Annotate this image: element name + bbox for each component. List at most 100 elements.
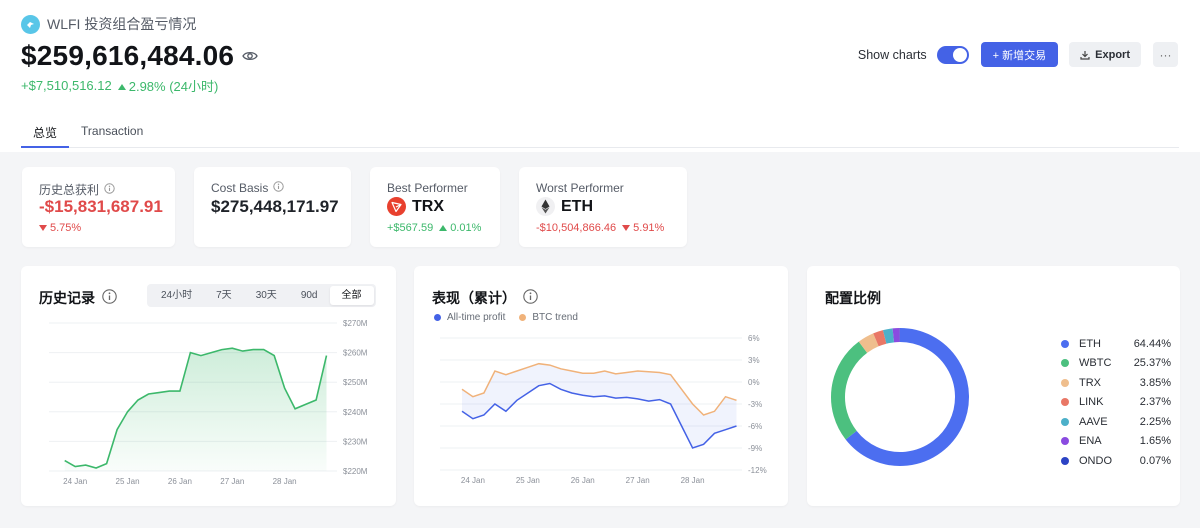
legend-dot xyxy=(1061,359,1069,368)
x-tick-label: 26 Jan xyxy=(168,477,192,486)
info-icon[interactable] xyxy=(273,181,285,195)
allocation-legend-item-ena[interactable]: ENA 1.65% xyxy=(1061,432,1171,452)
cost-basis-value: $275,448,171.97 xyxy=(211,197,339,216)
best-performer-asset: TRX xyxy=(387,197,444,216)
daily-change-pct: 2.98% (24小时) xyxy=(128,79,219,94)
allocation-legend-item-eth[interactable]: ETH 64.44% xyxy=(1061,334,1171,354)
daily-change-abs: +$7,510,516.12 xyxy=(21,78,112,93)
worst-performer-pct: 5.91% xyxy=(633,222,665,234)
cost-basis-label-row: Cost Basis xyxy=(211,181,285,195)
asset-percent: 2.37% xyxy=(1139,396,1171,409)
worst-performer-abs: -$10,504,866.46 xyxy=(536,222,617,234)
download-icon xyxy=(1080,50,1090,60)
performance-panel: 表现（累计） All-time profit BTC trend 6% 3% 0% -… xyxy=(414,266,788,506)
toggle-knob xyxy=(952,47,967,62)
y-tick-label: -6% xyxy=(748,422,762,431)
donut-slice-wbtc xyxy=(831,341,868,440)
asset-percent: 2.25% xyxy=(1139,415,1171,428)
asset-name: TRX xyxy=(1079,376,1101,389)
show-charts-label: Show charts xyxy=(857,47,927,62)
allocation-legend-item-wbtc[interactable]: WBTC 25.37% xyxy=(1061,354,1171,374)
legend-dot xyxy=(1061,437,1069,446)
legend-dot xyxy=(1061,339,1069,348)
y-tick-label: 3% xyxy=(748,356,760,365)
app-title: WLFI 投资组合盈亏情况 xyxy=(47,16,197,32)
best-performer-abs: +$567.59 xyxy=(387,222,434,234)
allocation-legend-item-link[interactable]: LINK 2.37% xyxy=(1061,393,1171,413)
donut-slice-trx xyxy=(858,333,879,354)
legend-dot xyxy=(1061,456,1069,465)
donut-slice-link xyxy=(873,330,887,347)
info-icon[interactable] xyxy=(104,182,115,197)
export-button[interactable]: Export xyxy=(1069,42,1141,67)
tab-bar: 总览 Transaction xyxy=(21,118,1179,148)
allocation-legend-item-trx[interactable]: TRX 3.85% xyxy=(1061,373,1171,393)
tab-transaction[interactable]: Transaction xyxy=(69,118,155,148)
x-tick-label: 26 Jan xyxy=(571,476,595,485)
wlfi-logo-icon xyxy=(21,14,40,34)
cost-basis-label: Cost Basis xyxy=(211,181,269,195)
asset-name: ENA xyxy=(1079,435,1102,448)
all-time-profit-change: 5.75% xyxy=(39,222,81,234)
y-tick-label: $240M xyxy=(343,408,368,417)
app-title-row: WLFI 投资组合盈亏情况 xyxy=(21,14,196,34)
triangle-down-icon xyxy=(622,225,631,231)
history-panel: 历史记录 24小时 7天 30天 90d 全部 $270M $260M $250M $… xyxy=(21,266,396,506)
triangle-up-icon xyxy=(117,78,126,93)
donut-slice-eth xyxy=(845,328,969,466)
legend-dot xyxy=(1061,398,1069,407)
asset-percent: 25.37% xyxy=(1133,357,1171,370)
eye-icon[interactable] xyxy=(242,49,258,67)
all-time-profit-label: 历史总获利 xyxy=(39,183,100,197)
asset-name: ETH xyxy=(1079,337,1101,350)
y-tick-label: 0% xyxy=(748,378,760,387)
y-tick-label: $220M xyxy=(343,467,368,476)
cost-basis-card: Cost Basis $275,448,171.97 xyxy=(194,167,351,247)
worst-performer-card: Worst Performer ETH -$10,504,866.46 5.91… xyxy=(519,167,687,247)
legend-dot xyxy=(1061,417,1069,426)
asset-name: WBTC xyxy=(1079,357,1112,370)
more-options-button[interactable]: ··· xyxy=(1153,42,1178,67)
total-value-row: $259,616,484.06 xyxy=(21,40,258,72)
x-tick-label: 24 Jan xyxy=(461,476,485,485)
asset-percent: 64.44% xyxy=(1133,337,1171,350)
worst-performer-symbol: ETH xyxy=(561,197,593,215)
add-trade-button[interactable]: + 新增交易 xyxy=(980,42,1059,67)
best-performer-pct: 0.01% xyxy=(450,222,482,234)
y-tick-label: $230M xyxy=(343,437,368,446)
history-area xyxy=(64,348,327,471)
header-controls: Show charts + 新增交易 Export ··· xyxy=(858,42,1178,67)
asset-name: AAVE xyxy=(1079,415,1108,428)
asset-percent: 1.65% xyxy=(1139,435,1171,448)
y-tick-label: 6% xyxy=(748,334,760,343)
y-tick-label: -12% xyxy=(748,466,767,475)
asset-name: LINK xyxy=(1079,396,1104,409)
trx-icon xyxy=(387,197,406,216)
x-tick-label: 28 Jan xyxy=(273,477,297,486)
total-value: $259,616,484.06 xyxy=(21,40,235,71)
all-time-profit-change-pct: 5.75% xyxy=(50,222,82,234)
y-tick-label: $250M xyxy=(343,378,368,387)
best-performer-label: Best Performer xyxy=(387,181,468,195)
page-header: WLFI 投资组合盈亏情况 $259,616,484.06 +$7,510,51… xyxy=(0,0,1200,152)
allocation-legend-item-ondo[interactable]: ONDO 0.07% xyxy=(1061,451,1171,471)
x-tick-label: 27 Jan xyxy=(220,477,244,486)
asset-percent: 3.85% xyxy=(1139,376,1171,389)
x-tick-label: 25 Jan xyxy=(516,476,540,485)
allocation-legend: ETH 64.44% WBTC 25.37% TRX 3.85% LINK 2.37% AAVE… xyxy=(1061,334,1171,471)
asset-percent: 0.07% xyxy=(1139,454,1171,467)
all-time-profit-card: 历史总获利 -$15,831,687.91 5.75% xyxy=(22,167,175,247)
donut-slice-aave xyxy=(882,328,895,344)
all-time-profit-label-row: 历史总获利 xyxy=(39,181,115,198)
triangle-up-icon xyxy=(439,225,448,231)
y-tick-label: $270M xyxy=(343,319,368,328)
y-tick-label: $260M xyxy=(343,349,368,358)
best-performer-symbol: TRX xyxy=(412,197,444,215)
x-tick-label: 27 Jan xyxy=(626,476,650,485)
show-charts-toggle[interactable] xyxy=(936,45,969,64)
tab-overview[interactable]: 总览 xyxy=(21,118,70,148)
allocation-panel: 配置比例 ETH 64.44% WBTC 25.37% TRX 3.85% LINK 2.37… xyxy=(807,266,1180,506)
allocation-legend-item-aave[interactable]: AAVE 2.25% xyxy=(1061,412,1171,432)
performance-chart: 6% 3% 0% -3% -6% -9% -12% 24 Jan 25 Jan 26 Jan 27 … xyxy=(440,334,767,485)
best-performer-change: +$567.59 0.01% xyxy=(387,222,481,234)
